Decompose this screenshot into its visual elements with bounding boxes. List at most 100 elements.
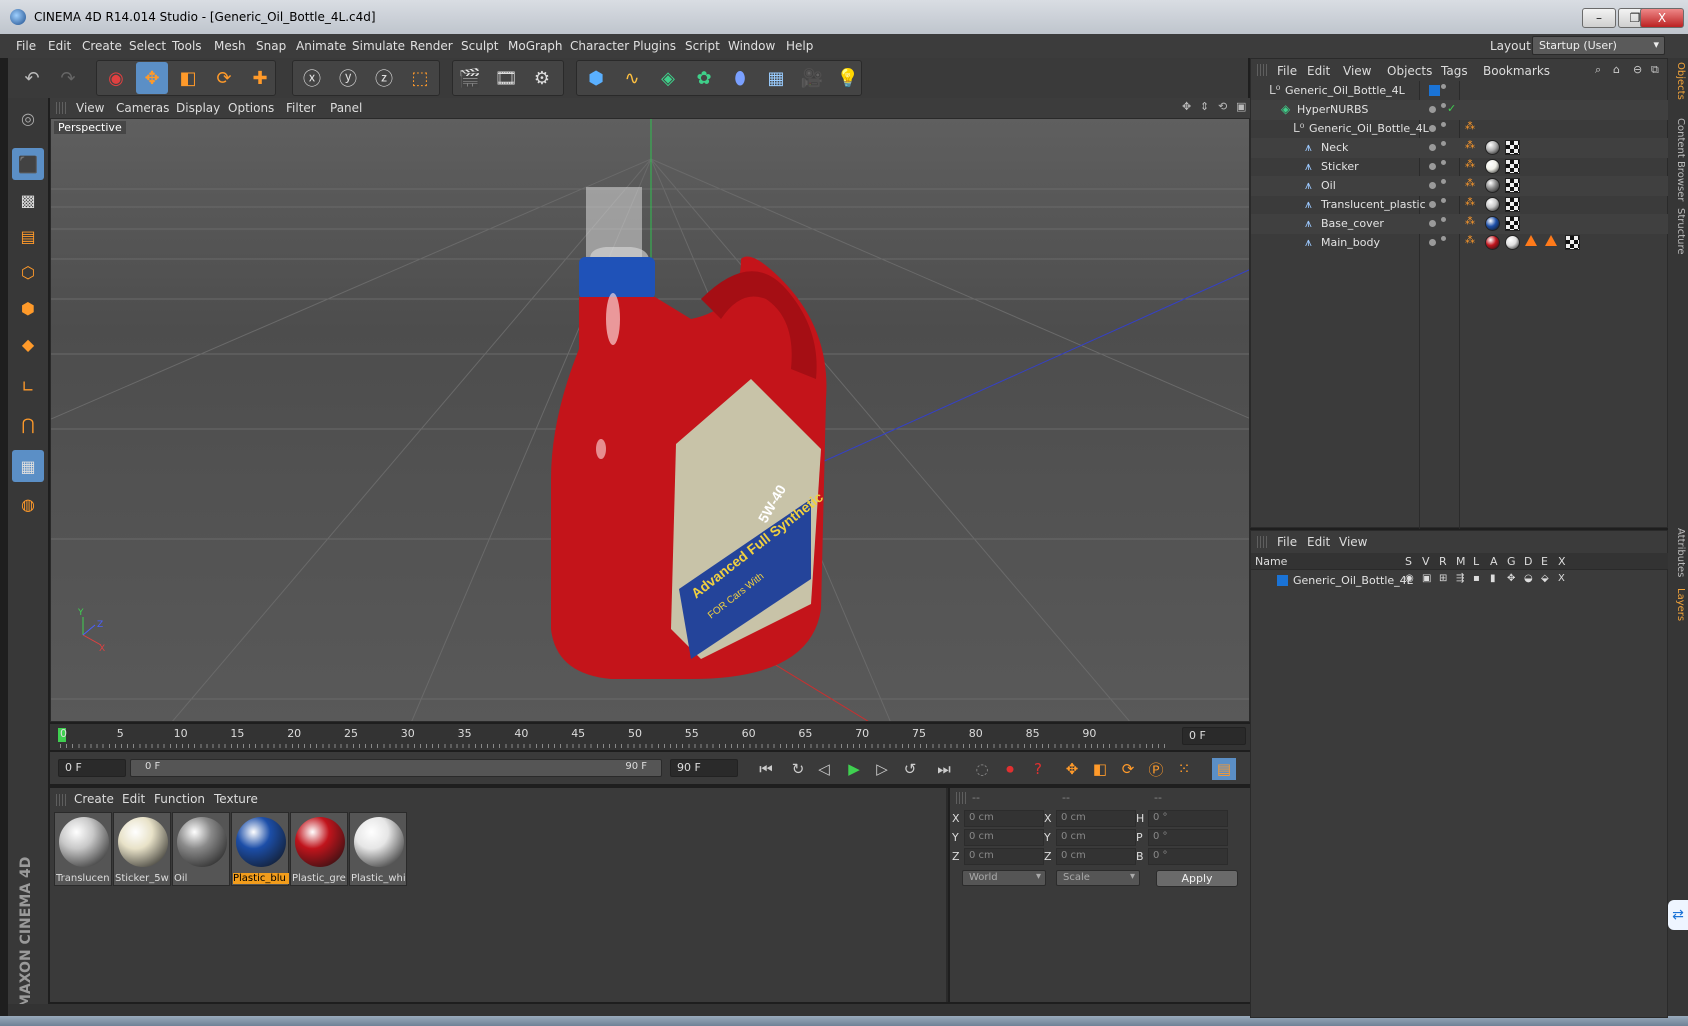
- layer-manager-icon[interactable]: ⇶: [1456, 573, 1464, 584]
- layer-menu-file[interactable]: File: [1277, 535, 1297, 549]
- render-visibility-icon[interactable]: [1441, 217, 1446, 222]
- texture-mode-icon[interactable]: ▩: [12, 184, 44, 216]
- key-position-icon[interactable]: ✥: [1060, 758, 1084, 780]
- object-menu-bookmarks[interactable]: Bookmarks: [1483, 64, 1550, 78]
- key-rotation-icon[interactable]: ⟳: [1116, 758, 1140, 780]
- phong-tag-icon[interactable]: ⁂: [1465, 178, 1475, 189]
- search-icon[interactable]: ⌕: [1595, 63, 1601, 77]
- phong-tag-icon[interactable]: ⁂: [1465, 197, 1475, 208]
- camera-icon[interactable]: 🎥: [796, 62, 828, 94]
- viewport-menu-filter[interactable]: Filter: [286, 101, 316, 115]
- menu-render[interactable]: Render: [410, 39, 453, 53]
- layer-menu-view[interactable]: View: [1339, 535, 1367, 549]
- coord-value-field[interactable]: 0 cm: [964, 848, 1044, 865]
- menu-select[interactable]: Select: [129, 39, 166, 53]
- key-pla-icon[interactable]: ⁙: [1172, 758, 1196, 780]
- y-axis-icon[interactable]: ⓨ: [332, 62, 364, 94]
- object-row[interactable]: ⩚ Neck ⁂: [1251, 138, 1669, 158]
- light-icon[interactable]: 💡: [832, 62, 864, 94]
- coord-value-field[interactable]: 0 °: [1148, 829, 1228, 846]
- render-visibility-icon[interactable]: [1441, 198, 1446, 203]
- coordinate-mode-select[interactable]: World ▾: [962, 870, 1046, 886]
- toggle-view-icon[interactable]: ▣: [1236, 100, 1246, 113]
- material-tag-icon[interactable]: [1485, 140, 1500, 155]
- apply-button[interactable]: Apply: [1156, 870, 1238, 887]
- go-to-end-icon[interactable]: ⏭: [932, 758, 956, 780]
- coord-value-field[interactable]: 0 cm: [1056, 810, 1136, 827]
- layer-expressions-icon[interactable]: ⬙: [1541, 573, 1549, 584]
- phong-tag-icon[interactable]: ⁂: [1465, 216, 1475, 227]
- render-visibility-icon[interactable]: [1441, 103, 1446, 108]
- layer-column-header[interactable]: R: [1439, 555, 1447, 568]
- editor-visibility-icon[interactable]: [1429, 125, 1436, 132]
- panel-grip-icon[interactable]: [56, 794, 66, 806]
- coord-value-field[interactable]: 0 °: [1148, 810, 1228, 827]
- material-tag-icon[interactable]: [1505, 235, 1520, 250]
- snap-grid-icon[interactable]: ▦: [12, 450, 44, 482]
- menu-mograph[interactable]: MoGraph: [508, 39, 563, 53]
- layer-column-header[interactable]: X: [1558, 555, 1566, 568]
- coord-value-field[interactable]: 0 cm: [964, 829, 1044, 846]
- menu-edit[interactable]: Edit: [48, 39, 71, 53]
- timeline-ruler[interactable]: 0 5 10 15 20 25 30 35 40 45 50 55 60 65 70 75 80 85 90 0 F: [50, 724, 1250, 750]
- editor-visibility-icon[interactable]: [1429, 239, 1436, 246]
- object-row[interactable]: L⁰ Generic_Oil_Bottle_4L ⁂: [1251, 119, 1669, 139]
- coordinate-system-icon[interactable]: ⬚: [404, 62, 436, 94]
- perspective-viewport[interactable]: Perspective Advanced Full Synthetic FOR …: [50, 118, 1250, 722]
- material-tag-icon[interactable]: [1485, 235, 1500, 250]
- phong-tag-icon[interactable]: ⁂: [1465, 121, 1475, 132]
- render-visibility-icon[interactable]: [1441, 236, 1446, 241]
- selection-tag-icon[interactable]: [1545, 235, 1557, 246]
- menu-plugins[interactable]: Plugins: [633, 39, 676, 53]
- zoom-view-icon[interactable]: ⇕: [1200, 100, 1209, 113]
- material-tag-icon[interactable]: [1485, 159, 1500, 174]
- object-row[interactable]: ⩚ Sticker ⁂: [1251, 157, 1669, 177]
- material-menu-function[interactable]: Function: [154, 792, 205, 806]
- previous-key-icon[interactable]: ↻: [786, 758, 810, 780]
- nurbs-icon[interactable]: ◈: [652, 62, 684, 94]
- material-menu-texture[interactable]: Texture: [214, 792, 258, 806]
- menu-snap[interactable]: Snap: [256, 39, 286, 53]
- live-selection-icon[interactable]: ◉: [100, 62, 132, 94]
- frame-range-slider[interactable]: 0 F 90 F: [130, 759, 662, 777]
- uvw-tag-icon[interactable]: [1505, 140, 1520, 155]
- layer-column-header[interactable]: M: [1456, 555, 1466, 568]
- make-editable-icon[interactable]: ◎: [12, 102, 44, 134]
- x-axis-icon[interactable]: ⓧ: [296, 62, 328, 94]
- viewport-menu-cameras[interactable]: Cameras: [116, 101, 169, 115]
- model-mode-icon[interactable]: ⬛: [12, 148, 44, 180]
- uvw-tag-icon[interactable]: [1505, 159, 1520, 174]
- viewport-menu-display[interactable]: Display: [176, 101, 220, 115]
- workplane-mode-icon[interactable]: ▤: [12, 220, 44, 252]
- panel-grip-icon[interactable]: [1257, 64, 1267, 76]
- uvw-tag-icon[interactable]: [1565, 235, 1580, 250]
- axis-mode-icon[interactable]: ∟: [12, 370, 44, 402]
- object-row[interactable]: ⩚ Translucent_plastic ⁂: [1251, 195, 1669, 215]
- material-swatch[interactable]: Oil: [172, 812, 230, 886]
- menu-tools[interactable]: Tools: [172, 39, 202, 53]
- phong-tag-icon[interactable]: ⁂: [1465, 140, 1475, 151]
- render-settings-icon[interactable]: ⚙: [526, 62, 558, 94]
- enabled-check-icon[interactable]: ✓: [1447, 102, 1456, 115]
- new-window-icon[interactable]: ⧉: [1651, 63, 1659, 77]
- start-frame-field[interactable]: 0 F: [58, 759, 126, 777]
- tab-structure[interactable]: Structure: [1670, 208, 1686, 255]
- deformer-icon[interactable]: ⬮: [724, 62, 756, 94]
- render-visibility-icon[interactable]: [1441, 179, 1446, 184]
- close-button[interactable]: X: [1640, 8, 1684, 28]
- rotate-view-icon[interactable]: ⟲: [1218, 100, 1227, 113]
- object-menu-objects[interactable]: Objects: [1387, 64, 1432, 78]
- tab-attributes[interactable]: Attributes: [1670, 528, 1686, 577]
- material-tag-icon[interactable]: [1485, 178, 1500, 193]
- previous-frame-icon[interactable]: ◁: [812, 758, 836, 780]
- menu-sculpt[interactable]: Sculpt: [461, 39, 498, 53]
- spline-icon[interactable]: ∿: [616, 62, 648, 94]
- object-row[interactable]: ⩚ Oil ⁂: [1251, 176, 1669, 196]
- editor-visibility-icon[interactable]: [1429, 106, 1436, 113]
- array-icon[interactable]: ✿: [688, 62, 720, 94]
- render-visibility-icon[interactable]: [1441, 160, 1446, 165]
- key-scale-icon[interactable]: ◧: [1088, 758, 1112, 780]
- coord-value-field[interactable]: 0 °: [1148, 848, 1228, 865]
- play-forward-icon[interactable]: ▶: [842, 758, 866, 780]
- uvw-tag-icon[interactable]: [1505, 178, 1520, 193]
